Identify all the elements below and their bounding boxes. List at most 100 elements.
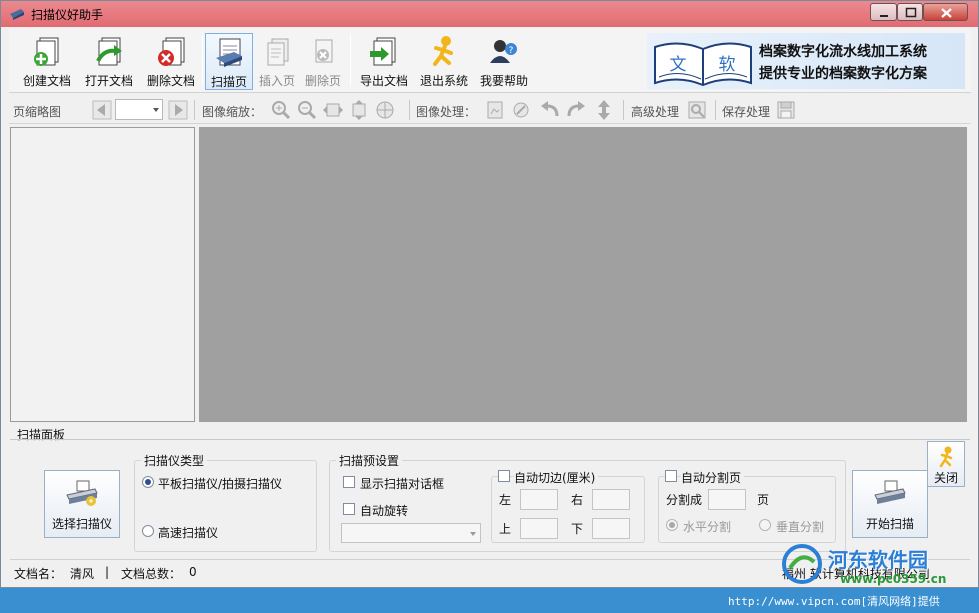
watermark-logo-icon [782,544,822,584]
insert-page-button[interactable]: 插入页 [255,33,299,90]
help-label: 我要帮助 [479,74,528,88]
image-viewer[interactable] [199,127,967,422]
exit-system-label: 退出系统 [419,74,468,88]
help-icon: ? [490,40,517,63]
select-scanner-button[interactable]: 选择扫描仪 [44,470,120,538]
select-scanner-label: 选择扫描仪 [51,517,112,531]
scan-page-icon [216,38,242,67]
split-pages-field[interactable] [708,489,746,510]
crop-top-field[interactable] [520,518,558,539]
help-button[interactable]: ? 我要帮助 [475,33,533,90]
show-dialog-checkbox[interactable] [343,476,355,488]
create-doc-button[interactable]: 创建文档 [17,33,77,90]
status-separator: | [105,565,110,579]
scan-presets-title: 扫描预设置 [336,452,403,469]
advanced-process-icon[interactable] [686,99,708,121]
main-toolbar: 创建文档 打开文档 删除文档 扫描页 插入页 删除页 导出文档 退出系统 ? 我… [9,29,971,93]
rotate-dropdown[interactable] [341,523,481,543]
banner-line-2: 提供专业的档案数字化方案 [759,66,927,82]
auto-split-checkbox[interactable] [665,470,677,482]
rotate-right-icon[interactable] [565,99,587,121]
split-pages-unit: 页 [757,493,770,507]
thumbnails-label: 页缩略图 [13,105,62,119]
fit-page-icon[interactable] [374,99,396,121]
crop-right-field[interactable] [592,489,630,510]
export-doc-button[interactable]: 导出文档 [355,33,413,90]
chevron-down-icon [153,108,159,112]
delete-page-icon [315,39,333,63]
chevron-down-icon [470,532,476,536]
scanner-app-icon [10,9,24,20]
scanner-icon [874,480,906,504]
exit-icon [939,446,953,468]
save-icon[interactable] [775,99,797,121]
doc-name-label: 文档名： [14,567,63,581]
crop-bottom-field[interactable] [592,518,630,539]
horizontal-split-label: 水平分割 [683,520,732,534]
taskbar-strip: http://www.vipcn.com[清风网络]提供 [0,588,979,613]
exit-system-button[interactable]: 退出系统 [415,33,473,90]
book-logo-icon: 文 软 [654,42,752,87]
subtoolbar-separator [194,100,195,120]
crop-left-field[interactable] [520,489,558,510]
insert-page-label: 插入页 [258,74,295,88]
zoom-out-icon[interactable] [296,99,318,121]
flip-vertical-icon[interactable] [593,99,615,121]
flatbed-scanner-radio[interactable] [142,476,154,488]
open-doc-icon [96,37,122,66]
crop-icon[interactable] [484,99,506,121]
crop-right-label: 右 [571,493,584,507]
thumbnail-panel[interactable] [10,127,195,422]
crop-top-label: 上 [499,522,512,536]
scan-page-button[interactable]: 扫描页 [205,33,253,90]
zoom-label: 图像缩放： [202,105,263,119]
doc-total-value: 0 [189,565,197,579]
vertical-split-radio[interactable] [759,519,771,531]
start-scan-button[interactable]: 开始扫描 [852,470,928,538]
fit-height-icon[interactable] [348,99,370,121]
export-doc-label: 导出文档 [359,74,408,88]
close-panel-label: 关闭 [933,471,958,485]
crop-bottom-label: 下 [571,522,584,536]
subtoolbar-separator [623,100,624,120]
title-bar: 扫描仪好助手 [1,1,978,27]
rotate-left-icon[interactable] [539,99,561,121]
watermark-brand: 河东软件园 [828,548,928,572]
next-page-icon[interactable] [167,99,189,121]
fit-width-icon[interactable] [322,99,344,121]
watermark-site: www.pc0359.cn [840,572,947,586]
toolbar-separator [202,35,203,85]
deskew-icon[interactable] [510,99,532,121]
zoom-in-icon[interactable] [270,99,292,121]
vertical-split-label: 垂直分割 [776,520,825,534]
delete-page-button[interactable]: 删除页 [301,33,345,90]
auto-crop-checkbox[interactable] [498,470,510,482]
minimize-icon [880,15,888,17]
prev-page-icon[interactable] [91,99,113,121]
page-select[interactable] [115,99,163,120]
auto-rotate-checkbox[interactable] [343,503,355,515]
horizontal-split-radio[interactable] [666,519,678,531]
flatbed-scanner-label: 平板扫描仪/拍摄扫描仪 [158,477,283,491]
close-panel-button[interactable]: 关闭 [927,441,965,487]
minimize-button[interactable] [870,3,897,21]
delete-doc-button[interactable]: 删除文档 [141,33,201,90]
scan-page-label: 扫描页 [210,75,247,89]
open-doc-button[interactable]: 打开文档 [79,33,139,90]
subtoolbar-separator [409,100,410,120]
doc-total-label: 文档总数： [121,567,182,581]
scanner-icon [66,480,98,506]
auto-split-title: 自动分割页 [681,469,745,486]
window-close-button[interactable] [923,3,968,21]
banner-line-1: 档案数字化流水线加工系统 [759,44,927,60]
export-doc-icon [370,37,396,66]
doc-name-value: 清风 [70,567,95,581]
logo-char-ruan: 软 [719,55,736,75]
highspeed-scanner-radio[interactable] [142,525,154,537]
maximize-button[interactable] [897,3,923,21]
exit-icon [433,36,453,66]
image-process-label: 图像处理： [416,105,477,119]
show-dialog-label: 显示扫描对话框 [360,477,445,491]
close-icon [941,8,952,18]
delete-doc-icon [158,37,185,66]
